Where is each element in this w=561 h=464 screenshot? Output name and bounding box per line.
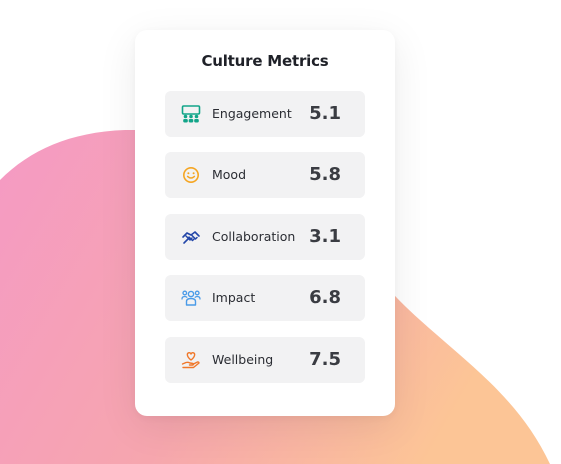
- metric-row-impact: Impact 6.8: [165, 275, 365, 321]
- people-board-icon: [181, 105, 201, 123]
- metric-value: 6.8: [309, 287, 341, 308]
- metric-row-wellbeing: Wellbeing 7.5: [165, 337, 365, 383]
- metric-label: Engagement: [212, 106, 292, 121]
- metric-row-collaboration: Collaboration 3.1: [165, 214, 365, 260]
- metric-label: Wellbeing: [212, 352, 274, 367]
- metric-value: 3.1: [309, 226, 341, 247]
- metric-row-engagement: Engagement 5.1: [165, 91, 365, 137]
- metric-label: Mood: [212, 167, 247, 182]
- metric-label: Impact: [212, 290, 256, 305]
- card-title: Culture Metrics: [201, 52, 329, 70]
- handshake-icon: [182, 231, 200, 244]
- heart-hand-icon: [181, 352, 200, 369]
- culture-metrics-card: Culture Metrics Engagement 5.1 Mood 5.8 …: [135, 30, 395, 416]
- hero-illustration: Culture Metrics Engagement 5.1 Mood 5.8 …: [0, 0, 561, 464]
- metric-value: 5.1: [309, 103, 341, 124]
- metric-label: Collaboration: [212, 229, 296, 244]
- metric-value: 5.8: [309, 164, 341, 185]
- group-icon: [181, 290, 201, 306]
- metric-value: 7.5: [309, 349, 341, 370]
- metric-row-mood: Mood 5.8: [165, 152, 365, 198]
- smiley-icon: [183, 167, 199, 183]
